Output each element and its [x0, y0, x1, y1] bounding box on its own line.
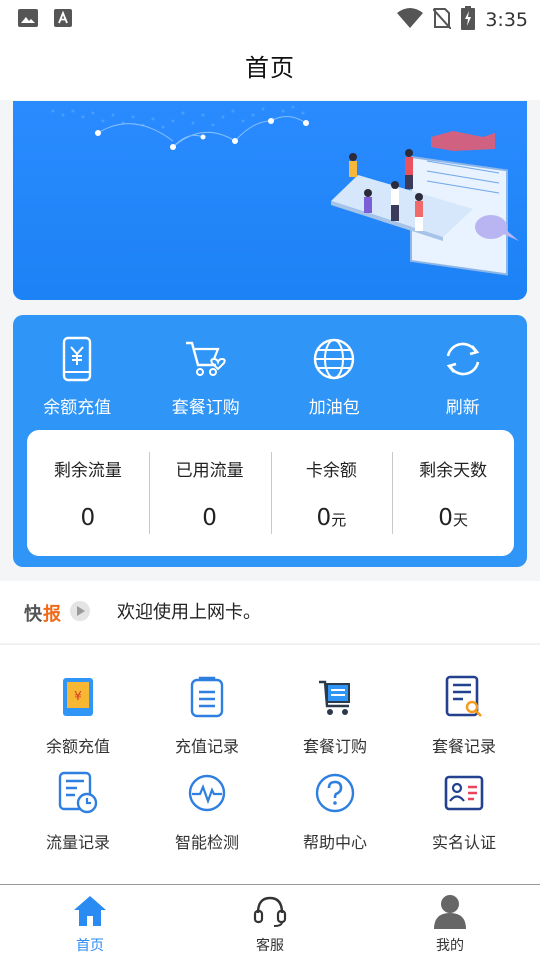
refresh-icon [439, 335, 487, 383]
svg-text:¥: ¥ [74, 689, 82, 703]
user-icon [430, 891, 470, 931]
news-tag: 快报 [24, 600, 62, 626]
headset-icon [250, 891, 290, 931]
globe-icon [310, 335, 358, 383]
wifi-icon [397, 8, 424, 32]
world-map-dots [51, 105, 305, 129]
help-icon [313, 771, 357, 815]
tab-label: 首页 [76, 938, 104, 954]
page-title: 首页 [245, 54, 295, 82]
menu-smart-detection[interactable]: 智能检测 [142, 771, 272, 853]
phone-yen-icon [53, 335, 101, 383]
tab-label: 客服 [256, 938, 284, 954]
menu-data-records[interactable]: 流量记录 [13, 771, 143, 853]
stat-value: 0天 [392, 505, 514, 531]
stat-number: 0 [316, 505, 332, 531]
recharge-icon: ¥ [56, 675, 100, 719]
menu-label: 帮助中心 [302, 833, 367, 852]
tab-label: 我的 [436, 938, 464, 954]
banner-carousel[interactable] [13, 101, 527, 300]
stat-label: 已用流量 [175, 461, 244, 481]
stat-value: 0元 [271, 505, 393, 531]
stat-card-balance: 卡余额 0元 [270, 430, 393, 556]
home-icon [70, 891, 110, 931]
shopping-cart-icon [313, 675, 357, 719]
stat-label: 剩余流量 [53, 461, 122, 481]
menu-real-name-verification[interactable]: 实名认证 [399, 771, 529, 853]
stat-remaining-days: 剩余天数 0天 [392, 430, 514, 556]
status-bar: 3:35 [0, 0, 540, 36]
quick-action-label: 套餐订购 [171, 398, 240, 418]
menu-help-center[interactable]: 帮助中心 [270, 771, 400, 853]
stat-number: 0 [438, 505, 453, 531]
menu-label: 智能检测 [174, 833, 239, 852]
quick-action-plan-order[interactable]: 套餐订购 [142, 335, 271, 435]
clipboard-icon [185, 675, 229, 719]
quick-action-label: 刷新 [445, 398, 480, 418]
menu-plan-order[interactable]: 套餐订购 [270, 675, 400, 757]
image-icon [18, 9, 38, 31]
menu-label: 流量记录 [45, 833, 110, 852]
quick-action-refresh[interactable]: 刷新 [399, 335, 528, 435]
function-grid: ¥ 余额充值 充值记录 套餐订购 套餐记录 流量记录 智能检测 帮助中心 实名认… [0, 644, 540, 884]
stat-unit: 天 [452, 511, 468, 529]
no-sim-icon [432, 7, 453, 33]
tab-profile[interactable]: 我的 [410, 891, 490, 955]
menu-label: 余额充值 [45, 737, 110, 756]
account-card: 余额充值 套餐订购 加油包 刷新 剩余流量 0 已用流量 0 卡余额 0元 剩余… [13, 315, 527, 567]
news-tag-part2: 报 [43, 604, 62, 625]
quick-action-data-pack[interactable]: 加油包 [270, 335, 399, 435]
menu-label: 充值记录 [174, 737, 239, 756]
stat-number: 0 [80, 505, 96, 531]
stat-value: 0 [149, 505, 271, 531]
stat-remaining-data: 剩余流量 0 [27, 430, 149, 556]
quick-action-balance-recharge[interactable]: 余额充值 [13, 335, 142, 435]
news-text: 欢迎使用上网卡。 [117, 602, 261, 623]
tab-home[interactable]: 首页 [50, 891, 130, 955]
network-nodes [95, 118, 309, 150]
quick-actions: 余额充值 套餐订购 加油包 刷新 [13, 335, 527, 435]
stat-value: 0 [27, 505, 149, 531]
title-bar: 首页 [0, 36, 540, 100]
stat-label: 剩余天数 [419, 461, 488, 481]
battery-charging-icon [461, 6, 476, 34]
quick-action-label: 加油包 [308, 398, 360, 418]
menu-label: 实名认证 [431, 833, 496, 852]
news-tag-part1: 快 [24, 604, 43, 625]
stat-label: 卡余额 [305, 461, 357, 481]
menu-plan-records[interactable]: 套餐记录 [399, 675, 529, 757]
menu-balance-recharge[interactable]: ¥ 余额充值 [13, 675, 143, 757]
status-time: 3:35 [485, 9, 528, 31]
stat-number: 0 [202, 505, 217, 531]
stat-used-data: 已用流量 0 [148, 430, 271, 556]
network-lines [97, 116, 307, 148]
cart-heart-icon [182, 335, 230, 383]
id-card-icon [442, 771, 486, 815]
pulse-icon [185, 771, 229, 815]
menu-label: 套餐记录 [431, 737, 496, 756]
bottom-tab-bar: 首页 客服 我的 [0, 884, 540, 960]
tab-customer-service[interactable]: 客服 [230, 891, 310, 955]
quick-action-label: 余额充值 [43, 398, 112, 418]
play-arrow-icon [70, 601, 90, 621]
news-ticker[interactable]: 快报 欢迎使用上网卡。 [0, 581, 540, 643]
document-clock-icon [56, 771, 100, 815]
menu-label: 套餐订购 [302, 737, 367, 756]
banner-illustration [51, 105, 519, 276]
font-a-icon [54, 9, 72, 31]
usage-stats: 剩余流量 0 已用流量 0 卡余额 0元 剩余天数 0天 [27, 430, 514, 556]
menu-recharge-records[interactable]: 充值记录 [142, 675, 272, 757]
stat-unit: 元 [331, 511, 347, 529]
document-search-icon [442, 675, 486, 719]
